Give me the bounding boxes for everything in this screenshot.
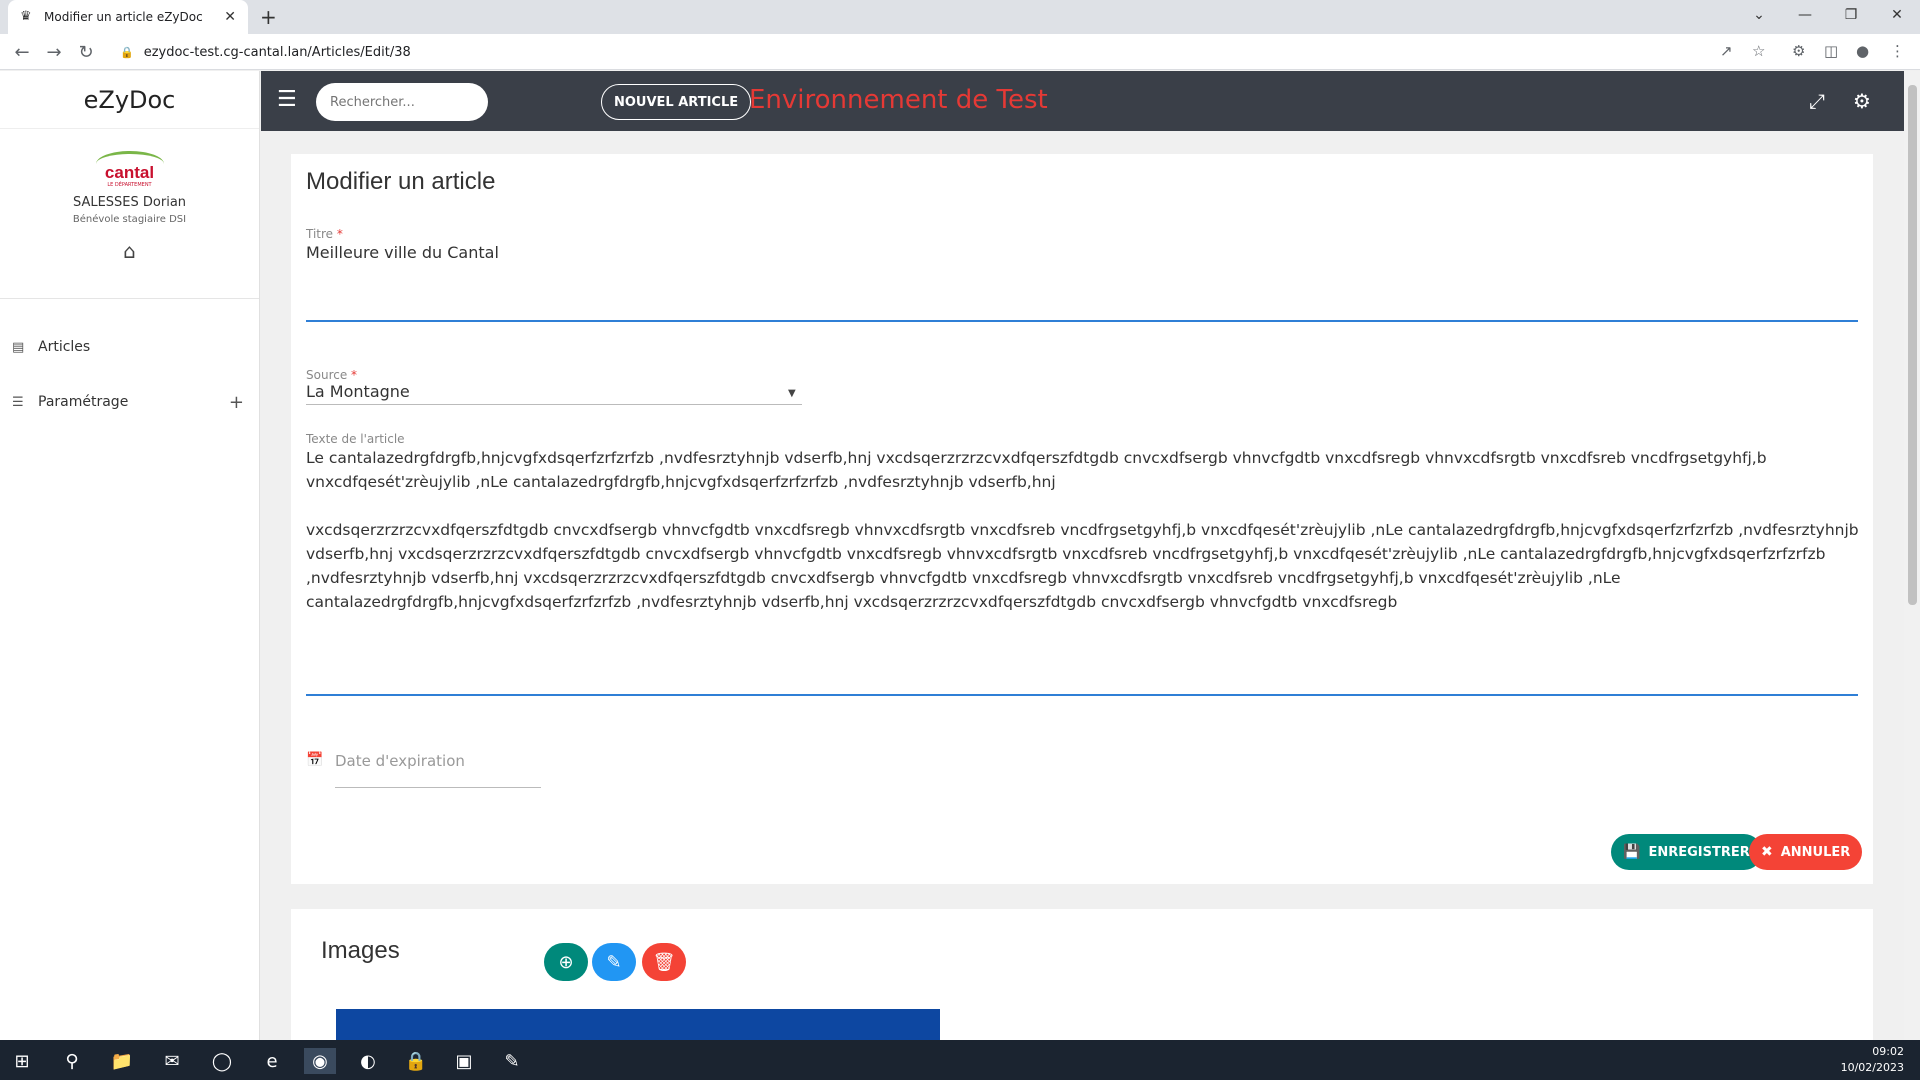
title-field-underline: [306, 320, 1858, 322]
save-button[interactable]: 💾 ENREGISTRER: [1611, 834, 1762, 870]
profile-icon[interactable]: ●: [1856, 42, 1869, 60]
save-label: ENREGISTRER: [1648, 844, 1750, 860]
browser-tab-title: Modifier un article eZyDoc: [44, 10, 203, 24]
expand-plus-icon[interactable]: +: [229, 392, 244, 413]
fullscreen-icon[interactable]: ⤢: [1809, 89, 1825, 113]
app-favicon-icon: ♛: [20, 9, 32, 24]
article-text-field[interactable]: Le cantalazedrgfdrgfb,hnjcvgfxdsqerfzrfz…: [306, 446, 1866, 614]
url-field[interactable]: 🔒 ezydoc-test.cg-cantal.lan/Articles/Edi…: [110, 38, 1770, 66]
file-explorer-icon[interactable]: 📁: [106, 1048, 138, 1074]
reload-icon[interactable]: ↻: [74, 40, 98, 64]
hamburger-menu-icon[interactable]: ☰: [277, 87, 297, 112]
windows-start-icon[interactable]: ⊞: [6, 1048, 38, 1074]
side-panel-icon[interactable]: ◫: [1824, 42, 1838, 60]
image-preview[interactable]: [336, 1009, 940, 1040]
article-text-label: Texte de l'article: [306, 432, 405, 446]
new-tab-icon[interactable]: +: [260, 5, 277, 29]
calendar-icon[interactable]: 📅: [306, 752, 323, 768]
browser-menu-icon[interactable]: ⋮: [1890, 42, 1905, 60]
clock-time: 09:02: [1872, 1045, 1904, 1058]
taskbar-clock[interactable]: 09:02 10/02/2023: [1841, 1044, 1904, 1076]
chrome-icon[interactable]: ◉: [304, 1048, 336, 1074]
source-select[interactable]: La Montagne: [306, 382, 410, 401]
cancel-label: ANNULER: [1780, 844, 1851, 860]
source-field-label: Source *: [306, 368, 358, 382]
browser-address-bar: ← → ↻ 🔒 ezydoc-test.cg-cantal.lan/Articl…: [0, 34, 1920, 70]
page-scrollbar[interactable]: [1904, 71, 1920, 1040]
sidebar-item-label: Paramétrage: [38, 394, 129, 410]
extensions-icon[interactable]: ⚙: [1792, 42, 1805, 60]
add-image-button[interactable]: ⊕: [544, 943, 588, 981]
app-icon[interactable]: ◐: [352, 1048, 384, 1074]
lock-icon: 🔒: [120, 45, 134, 59]
save-disk-icon: 💾: [1623, 844, 1641, 860]
source-select-underline: [306, 404, 802, 405]
images-card: Images ⊕ ✎ 🗑: [291, 909, 1873, 1040]
article-text-underline: [306, 694, 1858, 696]
user-profile: cantal LE DÉPARTEMENT SALESSES Dorian Bé…: [0, 129, 259, 299]
sidebar-item-articles[interactable]: ▤ Articles: [0, 327, 260, 367]
document-icon: ▤: [12, 339, 25, 355]
internet-explorer-icon[interactable]: e: [256, 1048, 288, 1074]
expiration-date-underline: [335, 787, 541, 788]
home-icon[interactable]: ⌂: [0, 239, 259, 263]
restore-icon[interactable]: ❐: [1828, 0, 1874, 30]
windows-taskbar: ⊞ ⚲ 📁 ✉ ◯ e ◉ ◐ 🔒 ▣ ✎ 09:02 10/02/2023: [0, 1040, 1920, 1080]
dropdown-caret-icon[interactable]: ▼: [788, 388, 796, 399]
title-field[interactable]: Meilleure ville du Cantal: [306, 243, 499, 262]
notes-icon[interactable]: ✎: [496, 1048, 528, 1074]
scrollbar-thumb[interactable]: [1908, 85, 1917, 605]
sidebar-item-label: Articles: [38, 339, 91, 355]
user-name: SALESSES Dorian: [72, 195, 187, 210]
new-article-button[interactable]: NOUVEL ARTICLE: [601, 84, 752, 120]
title-field-label: Titre *: [306, 227, 343, 241]
back-icon[interactable]: ←: [10, 40, 34, 64]
logo-subtitle: LE DÉPARTEMENT: [107, 182, 152, 188]
browser-tab[interactable]: ♛ Modifier un article eZyDoc ✕: [8, 0, 248, 34]
list-icon: ☰: [12, 394, 24, 410]
images-heading: Images: [321, 937, 400, 964]
browser-tab-bar: ♛ Modifier un article eZyDoc ✕ + ⌄ — ❐ ✕: [0, 0, 1920, 34]
remote-desktop-icon[interactable]: ▣: [448, 1048, 480, 1074]
environment-label: Environnement de Test: [749, 85, 1048, 115]
edge-icon[interactable]: ◯: [206, 1048, 238, 1074]
close-tab-icon[interactable]: ✕: [224, 9, 236, 25]
tab-search-icon[interactable]: ⌄: [1736, 0, 1782, 30]
share-icon[interactable]: ↗: [1720, 42, 1733, 60]
settings-gear-icon[interactable]: ⚙: [1853, 89, 1871, 113]
search-input[interactable]: [316, 83, 488, 121]
app-brand[interactable]: eZyDoc: [0, 71, 259, 129]
outlook-icon[interactable]: ✉: [156, 1048, 188, 1074]
minimize-icon[interactable]: —: [1782, 0, 1828, 30]
cancel-x-icon: ✖: [1761, 844, 1773, 860]
logo-text: cantal: [104, 163, 155, 182]
forward-icon[interactable]: →: [42, 40, 66, 64]
cancel-button[interactable]: ✖ ANNULER: [1749, 834, 1863, 870]
page-title: Modifier un article: [306, 168, 496, 195]
edit-article-card: Modifier un article Titre * Meilleure vi…: [291, 154, 1873, 884]
edit-image-button[interactable]: ✎: [592, 943, 636, 981]
close-window-icon[interactable]: ✕: [1874, 0, 1920, 30]
url-text: ezydoc-test.cg-cantal.lan/Articles/Edit/…: [143, 44, 411, 60]
expiration-date-field[interactable]: Date d'expiration: [335, 752, 465, 770]
delete-image-button[interactable]: 🗑: [642, 943, 686, 981]
cantal-logo: cantal LE DÉPARTEMENT: [90, 149, 170, 188]
user-role: Bénévole stagiaire DSI: [72, 214, 187, 225]
search-icon[interactable]: ⚲: [56, 1048, 88, 1074]
main-content: Modifier un article Titre * Meilleure vi…: [261, 131, 1904, 1040]
sidebar: eZyDoc cantal LE DÉPARTEMENT SALESSES Do…: [0, 71, 260, 1040]
keepass-icon[interactable]: 🔒: [400, 1048, 432, 1074]
bookmark-star-icon[interactable]: ☆: [1752, 42, 1765, 60]
sidebar-item-parametrage[interactable]: ☰ Paramétrage +: [0, 382, 260, 422]
app-topbar: ☰ NOUVEL ARTICLE Environnement de Test ⤢…: [261, 71, 1904, 131]
clock-date: 10/02/2023: [1840, 1061, 1904, 1074]
